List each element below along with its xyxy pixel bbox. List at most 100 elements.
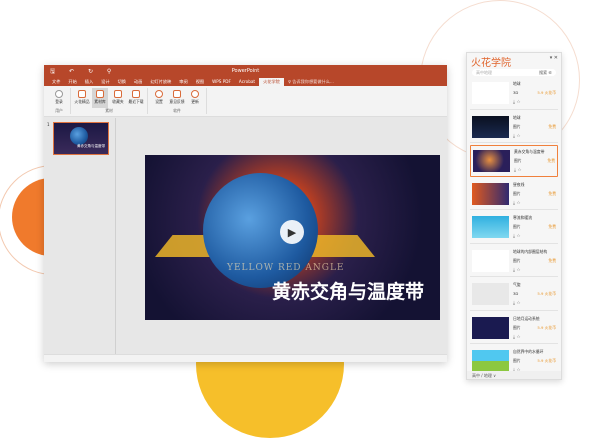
item-type: 3D (513, 90, 519, 96)
feedback-button[interactable]: 意见反馈 (169, 88, 185, 108)
star-icon[interactable]: ☆ (516, 268, 520, 273)
slide-number: 1 (47, 122, 50, 127)
item-name: 黄赤交角与温度带 (514, 148, 545, 154)
list-item[interactable]: 日地月运动系统 图片 5.9 火花币 ⤓ ☆ (470, 313, 558, 344)
list-item[interactable]: 地球的内部圈层结构 图片 免费 ⤓ ☆ (470, 246, 558, 277)
item-price: 免费 (548, 224, 556, 230)
star-icon[interactable]: ☆ (517, 168, 521, 173)
huohua-panel: 火花学院 ▾ ✕ 高中地理 搜索 ⑥ 地球 3D 5.9 火花币 ⤓ ☆ 地球 图片… (466, 52, 562, 380)
list-item[interactable]: 黄赤交角与温度带 图片 免费 ⤓ ☆ (470, 145, 558, 177)
star-icon[interactable]: ☆ (516, 301, 520, 306)
list-item[interactable]: 地球 3D 5.9 火花币 ⤓ ☆ (470, 78, 558, 110)
premium-button[interactable]: 火花精品 (74, 88, 90, 108)
list-item[interactable]: 气旋 3D 5.9 火花币 ⤓ ☆ (470, 279, 558, 311)
item-type: 图片 (513, 190, 521, 196)
tab-slideshow[interactable]: 幻灯片放映 (146, 78, 175, 86)
tell-me-search[interactable]: ♀ 告诉我你想要做什么... (284, 78, 338, 86)
item-name: 地球 (513, 81, 521, 87)
group-software: 设置 意见反馈 更新 软件 (148, 88, 207, 114)
login-button[interactable]: 登录 (51, 88, 67, 108)
edit-icon (173, 90, 181, 98)
item-price: 免费 (547, 157, 555, 163)
earth-image (70, 127, 88, 145)
download-icon[interactable]: ⤓ (514, 168, 516, 173)
item-thumbnail (473, 149, 510, 172)
list-item[interactable]: 寒流和暖流 图片 免费 ⤓ ☆ (470, 212, 558, 244)
tab-insert[interactable]: 插入 (81, 78, 97, 86)
tab-animations[interactable]: 动画 (130, 78, 146, 86)
download-icon[interactable]: ⤓ (513, 301, 515, 306)
tab-review[interactable]: 审阅 (175, 78, 191, 86)
group-label: 用户 (55, 108, 63, 113)
download-icon[interactable]: ⤓ (513, 335, 515, 340)
tab-file[interactable]: 文件 (48, 78, 64, 86)
item-thumbnail (472, 316, 509, 339)
tab-transitions[interactable]: 切换 (114, 78, 130, 86)
item-thumbnail (472, 115, 509, 138)
library-icon (96, 90, 104, 98)
slide-thumbnail-pane: 1 黄赤交角与温度带 (44, 118, 116, 354)
gear-icon (155, 90, 163, 98)
tab-home[interactable]: 开始 (64, 78, 80, 86)
search-button[interactable]: 搜索 ⑥ (539, 70, 552, 76)
favorites-button[interactable]: 收藏夹 (110, 88, 126, 108)
item-thumbnail (472, 216, 509, 239)
star-icon[interactable]: ☆ (516, 100, 520, 105)
item-thumbnail (472, 182, 509, 205)
star-icon[interactable]: ☆ (516, 201, 520, 206)
powerpoint-window: 🖫 ↶ ↻ ⚲ PowerPoint 文件 开始 插入 设计 切换 动画 幻灯片… (44, 65, 447, 362)
item-price: 5.9 火花币 (537, 291, 556, 297)
library-button[interactable]: 素材库 (92, 88, 108, 108)
group-label: 素材 (105, 108, 113, 113)
play-video-button[interactable]: ▶ (280, 220, 304, 244)
item-price: 5.9 火花币 (537, 90, 556, 96)
download-icon[interactable]: ⤓ (513, 201, 515, 206)
download-icon[interactable]: ⤓ (513, 100, 515, 105)
item-type: 图片 (514, 157, 522, 163)
update-button[interactable]: 更新 (187, 88, 203, 108)
item-type: 图片 (513, 324, 521, 330)
item-price: 5.9 火花币 (537, 324, 556, 330)
item-name: 地球的内部圈层结构 (513, 248, 548, 254)
group-material: 火花精品 素材库 收藏夹 最近下载 素材 (71, 88, 148, 114)
ribbon: 登录 用户 火花精品 素材库 收藏夹 最近下载 素材 设置 意见反馈 更新 软件 (44, 86, 447, 117)
download-icon[interactable]: ⤓ (513, 134, 515, 139)
category-selector[interactable]: 高中 / 地理 ∨ (467, 371, 561, 379)
star-icon[interactable]: ☆ (516, 134, 520, 139)
tab-view[interactable]: 视图 (192, 78, 208, 86)
panel-controls[interactable]: ▾ ✕ (550, 55, 558, 61)
tab-wps-pdf[interactable]: WPS PDF (208, 78, 235, 86)
item-name: 自然界中的水循环 (513, 349, 544, 355)
status-bar (44, 354, 447, 362)
tab-acrobat[interactable]: Acrobat (235, 78, 259, 86)
item-name: 寒流和暖流 (513, 215, 532, 221)
settings-button[interactable]: 设置 (151, 88, 167, 108)
item-thumbnail (472, 249, 509, 272)
brand-logo: 火花学院 (471, 58, 511, 69)
recent-downloads-button[interactable]: 最近下载 (128, 88, 144, 108)
group-label: 软件 (173, 108, 181, 113)
item-name: 气旋 (513, 282, 521, 288)
slide-subtitle: YELLOW RED ANGLE (227, 263, 345, 273)
download-icon[interactable]: ⤓ (513, 268, 515, 273)
search-input[interactable]: 高中地理 搜索 ⑥ (472, 69, 556, 76)
tab-design[interactable]: 设计 (97, 78, 113, 86)
item-thumbnail (472, 82, 509, 105)
refresh-icon (191, 90, 199, 98)
user-icon (55, 90, 63, 98)
item-type: 图片 (513, 257, 521, 263)
item-price: 免费 (548, 257, 556, 263)
slide-canvas[interactable]: YELLOW RED ANGLE ▶ 黄赤交角与温度带 (145, 155, 440, 320)
star-icon[interactable]: ☆ (516, 234, 520, 239)
download-icon[interactable]: ⤓ (513, 234, 515, 239)
list-item[interactable]: 地球 图片 免费 ⤓ ☆ (470, 112, 558, 143)
window-title: PowerPoint (231, 68, 260, 74)
slide-thumbnail[interactable]: 黄赤交角与温度带 (53, 122, 109, 155)
item-price: 5.9 火花币 (537, 358, 556, 364)
title-bar: 🖫 ↶ ↻ ⚲ PowerPoint (44, 65, 447, 77)
tab-huohua[interactable]: 火花学院 (259, 78, 284, 86)
item-type: 图片 (513, 358, 521, 364)
item-type: 图片 (513, 123, 521, 129)
star-icon[interactable]: ☆ (516, 335, 520, 340)
list-item[interactable]: 昼夜线 图片 免费 ⤓ ☆ (470, 179, 558, 210)
